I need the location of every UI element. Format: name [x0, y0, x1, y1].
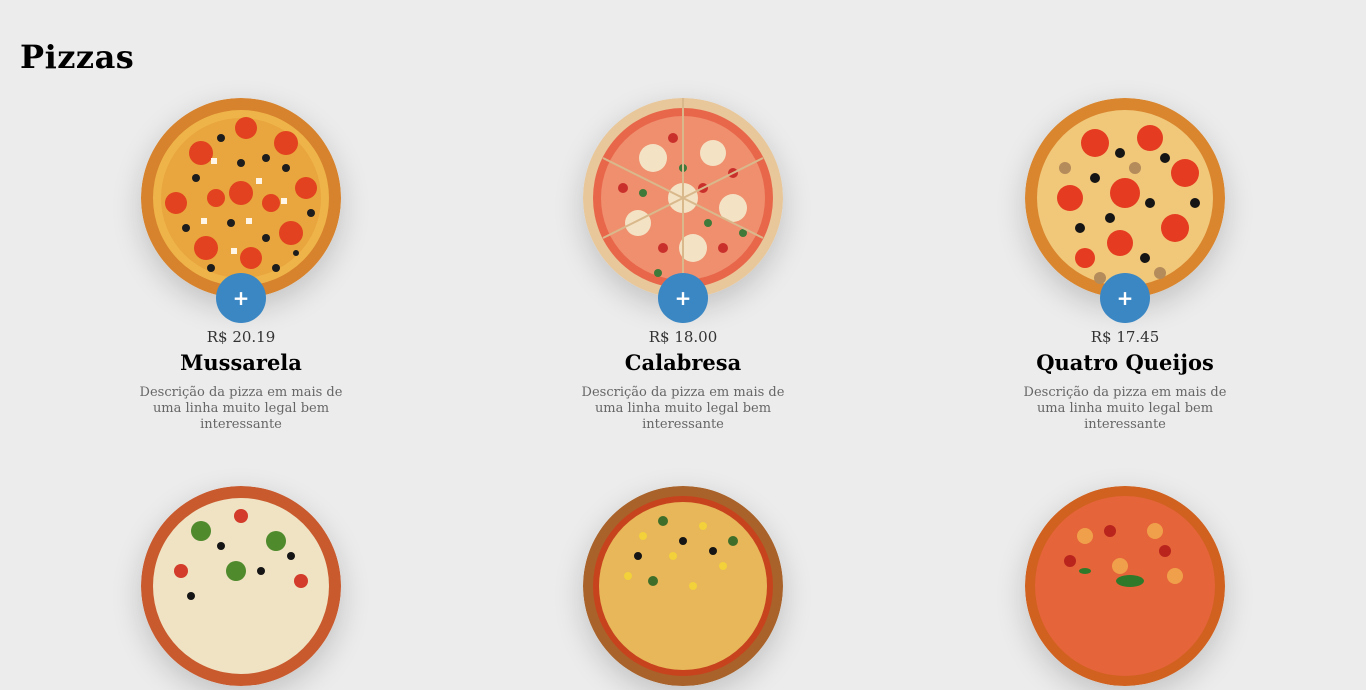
pizza-image[interactable]: [583, 486, 783, 686]
add-to-cart-button[interactable]: +: [1100, 273, 1150, 323]
pizza-card[interactable]: [111, 486, 371, 686]
pizza-price: R$ 20.19: [206, 328, 276, 346]
pizza-description: Descrição da pizza em mais de uma linha …: [1023, 385, 1227, 432]
pizza-name: Calabresa: [624, 350, 742, 375]
pizza-card[interactable]: + R$ 18.00 Calabresa Descrição da pizza …: [553, 98, 813, 433]
pizza-grid: + R$ 20.19 Mussarela Descrição da pizza …: [0, 0, 1366, 686]
pizza-card[interactable]: [553, 486, 813, 686]
pizza-description: Descrição da pizza em mais de uma linha …: [139, 385, 343, 432]
pizza-price: R$ 17.45: [1090, 328, 1160, 346]
pizza-card[interactable]: + R$ 17.45 Quatro Queijos Descrição da p…: [995, 98, 1255, 433]
add-to-cart-button[interactable]: +: [216, 273, 266, 323]
pizza-image[interactable]: [141, 98, 341, 298]
pizza-image[interactable]: [1025, 486, 1225, 686]
add-to-cart-button[interactable]: +: [658, 273, 708, 323]
pizza-name: Quatro Queijos: [1036, 350, 1214, 375]
pizza-description: Descrição da pizza em mais de uma linha …: [581, 385, 785, 432]
pizza-price: R$ 18.00: [648, 328, 718, 346]
pizza-card[interactable]: + R$ 20.19 Mussarela Descrição da pizza …: [111, 98, 371, 433]
pizza-card[interactable]: [995, 486, 1255, 686]
pizza-image[interactable]: [583, 98, 783, 298]
pizza-image[interactable]: [141, 486, 341, 686]
pizza-name: Mussarela: [180, 350, 302, 375]
pizza-image[interactable]: [1025, 98, 1225, 298]
